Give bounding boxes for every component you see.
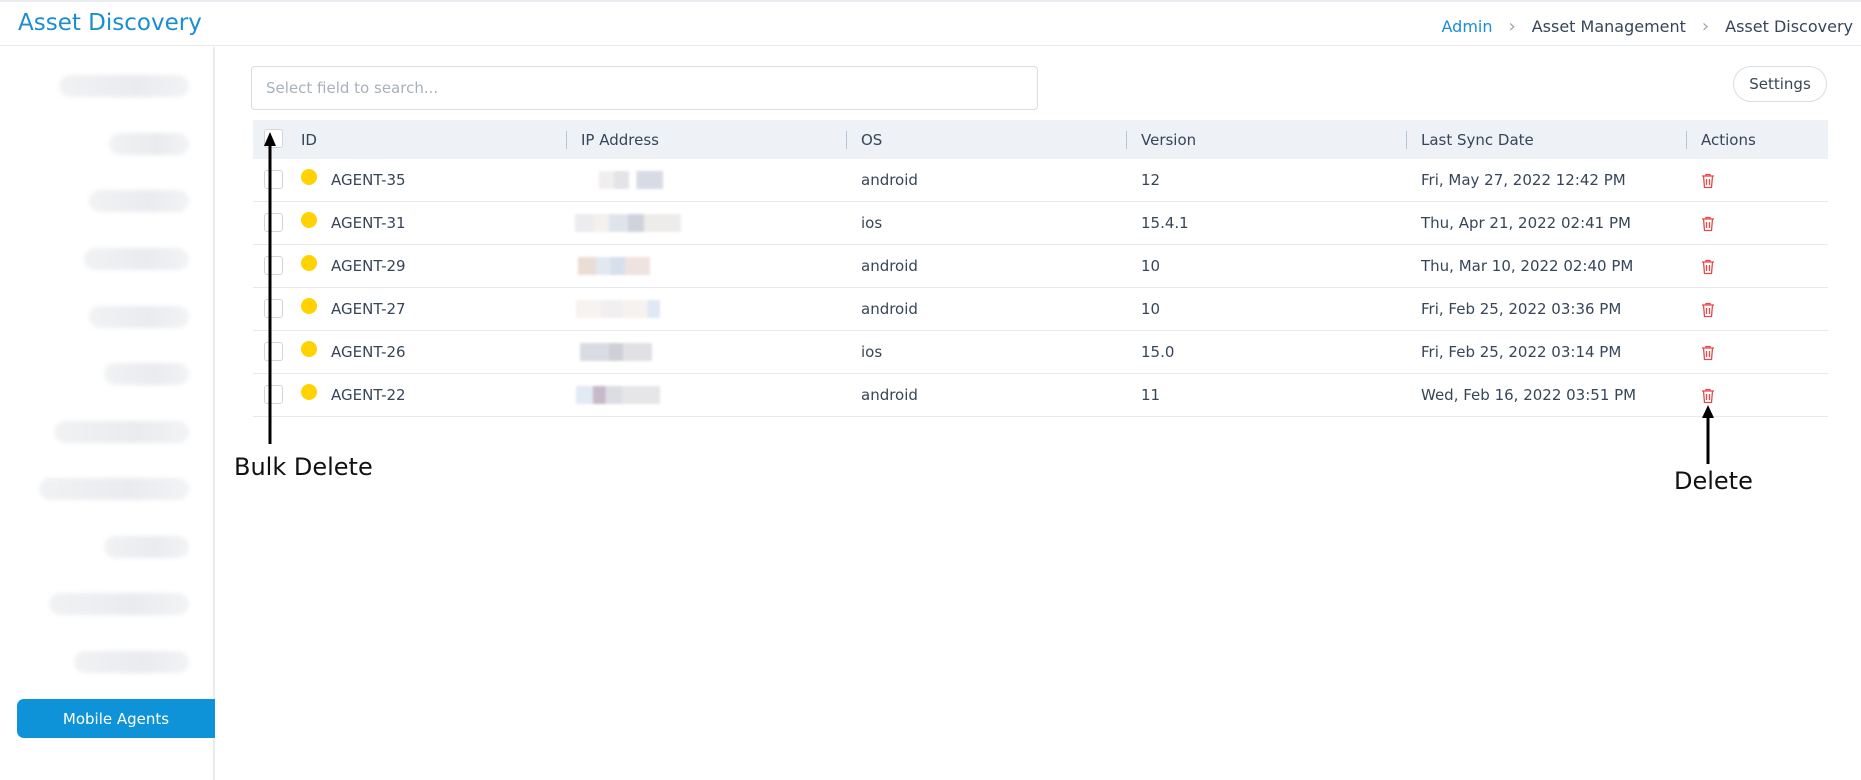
column-header-last-sync-date[interactable]: Last Sync Date (1421, 120, 1534, 159)
column-header-actions: Actions (1701, 130, 1756, 149)
delete-annotation: Delete (1674, 467, 1753, 495)
column-header-ip-address[interactable]: IP Address (581, 120, 659, 159)
sidebar-item-mobile-agents[interactable]: Mobile Agents (17, 699, 215, 738)
ip-address-redacted (576, 300, 660, 318)
sidebar-item-blurred[interactable] (89, 190, 189, 212)
trash-icon[interactable] (1701, 345, 1715, 361)
sidebar-item-blurred[interactable] (39, 478, 189, 500)
last-sync-date: Fri, Feb 25, 2022 03:14 PM (1421, 343, 1622, 361)
version-value: 10 (1141, 300, 1161, 318)
top-bar: Asset Discovery Admin › Asset Management… (0, 0, 1861, 46)
chevron-right-icon: › (1701, 16, 1710, 37)
os-value: android (861, 386, 918, 404)
agent-id[interactable]: AGENT-31 (331, 202, 406, 244)
trash-icon[interactable] (1701, 173, 1715, 189)
os-value: ios (861, 214, 883, 232)
version-value: 15.4.1 (1141, 214, 1189, 232)
sidebar-item-blurred[interactable] (59, 75, 189, 97)
sidebar-item-blurred[interactable] (89, 306, 189, 328)
sidebar-item-blurred[interactable] (104, 363, 189, 385)
table-row[interactable]: AGENT-27 android 10 Fri, Feb 25, 2022 03… (253, 288, 1828, 331)
version-value: 11 (1141, 386, 1161, 404)
table-row[interactable]: AGENT-31 ios 15.4.1 Thu, Apr 21, 2022 02… (253, 202, 1828, 245)
version-value: 15.0 (1141, 343, 1175, 361)
breadcrumb-admin-link[interactable]: Admin (1442, 17, 1493, 36)
ip-address-redacted (575, 214, 681, 232)
bulk-delete-annotation: Bulk Delete (234, 453, 373, 481)
column-divider[interactable] (1126, 131, 1127, 149)
trash-icon[interactable] (1701, 302, 1715, 318)
table-row[interactable]: AGENT-35 android 12 Fri, May 27, 2022 12… (253, 159, 1828, 202)
agent-id[interactable]: AGENT-27 (331, 288, 406, 330)
ip-address-redacted (578, 257, 650, 275)
sidebar-item-blurred[interactable] (74, 651, 189, 673)
status-dot-icon (301, 169, 317, 185)
ip-address-redacted (580, 343, 652, 361)
breadcrumb: Admin › Asset Management › Asset Discove… (1442, 16, 1854, 37)
bulk-delete-arrow-icon (264, 132, 276, 444)
page-title: Asset Discovery (18, 10, 202, 36)
status-dot-icon (301, 255, 317, 271)
delete-arrow-icon (1702, 405, 1714, 464)
trash-icon[interactable] (1701, 259, 1715, 275)
last-sync-date: Thu, Mar 10, 2022 02:40 PM (1421, 257, 1634, 275)
trash-icon[interactable] (1701, 216, 1715, 232)
status-dot-icon (301, 384, 317, 400)
last-sync-date: Thu, Apr 21, 2022 02:41 PM (1421, 214, 1631, 232)
trash-icon[interactable] (1701, 388, 1715, 404)
ip-address-redacted (588, 171, 663, 189)
table-row[interactable]: AGENT-26 ios 15.0 Fri, Feb 25, 2022 03:1… (253, 331, 1828, 374)
sidebar (0, 47, 215, 780)
chevron-right-icon: › (1508, 16, 1516, 37)
version-value: 12 (1141, 171, 1161, 189)
version-value: 10 (1141, 257, 1161, 275)
sidebar-item-blurred[interactable] (109, 133, 189, 155)
breadcrumb-asset-management[interactable]: Asset Management (1532, 17, 1686, 36)
sidebar-item-blurred[interactable] (49, 593, 189, 615)
sidebar-item-blurred[interactable] (104, 536, 189, 558)
table-header: ID IP Address OS Version Last Sync Date … (253, 120, 1828, 159)
column-header-id[interactable]: ID (301, 120, 317, 159)
column-header-version[interactable]: Version (1141, 120, 1196, 159)
last-sync-date: Fri, May 27, 2022 12:42 PM (1421, 171, 1626, 189)
settings-button[interactable]: Settings (1733, 66, 1827, 102)
os-value: android (861, 257, 918, 275)
agent-id[interactable]: AGENT-35 (331, 159, 406, 201)
column-header-os[interactable]: OS (861, 120, 882, 159)
status-dot-icon (301, 298, 317, 314)
table-row[interactable]: AGENT-29 android 10 Thu, Mar 10, 2022 02… (253, 245, 1828, 288)
os-value: android (861, 300, 918, 318)
column-divider[interactable] (566, 131, 567, 149)
breadcrumb-current: Asset Discovery (1725, 17, 1853, 36)
os-value: ios (861, 343, 883, 361)
status-dot-icon (301, 212, 317, 228)
status-dot-icon (301, 341, 317, 357)
last-sync-date: Wed, Feb 16, 2022 03:51 PM (1421, 386, 1637, 404)
column-divider[interactable] (846, 131, 847, 149)
search-input[interactable] (251, 66, 1038, 110)
table-row[interactable]: AGENT-22 android 11 Wed, Feb 16, 2022 03… (253, 374, 1828, 417)
agent-id[interactable]: AGENT-29 (331, 245, 406, 287)
column-divider[interactable] (1686, 131, 1687, 149)
ip-address-redacted (576, 386, 660, 404)
agents-table: ID IP Address OS Version Last Sync Date … (253, 120, 1828, 417)
last-sync-date: Fri, Feb 25, 2022 03:36 PM (1421, 300, 1622, 318)
column-divider[interactable] (1406, 131, 1407, 149)
os-value: android (861, 171, 918, 189)
agent-id[interactable]: AGENT-26 (331, 331, 406, 373)
sidebar-item-blurred[interactable] (84, 248, 189, 270)
sidebar-item-blurred[interactable] (54, 421, 189, 443)
agent-id[interactable]: AGENT-22 (331, 374, 406, 416)
